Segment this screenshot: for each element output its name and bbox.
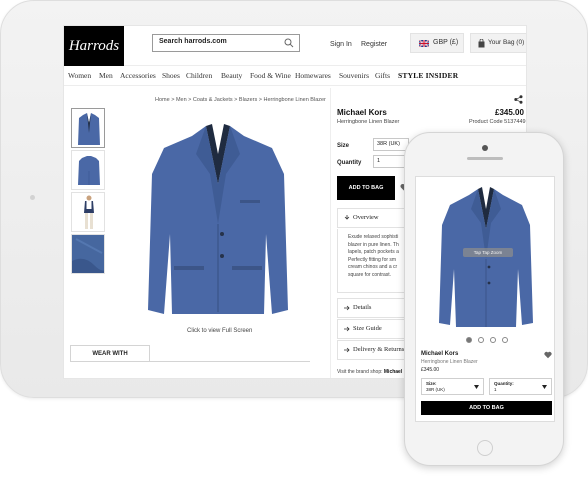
nav-item-style-insider[interactable]: STYLE INSIDER <box>398 71 458 80</box>
phone-camera <box>482 145 488 151</box>
mobile-size-label: Size: <box>426 381 437 386</box>
arrow-right-icon <box>344 347 350 353</box>
mobile-add-to-bag-button[interactable]: ADD TO BAG <box>421 401 552 415</box>
heart-icon[interactable] <box>544 351 552 359</box>
carousel-dot[interactable] <box>502 337 508 343</box>
wear-with-tab[interactable]: WEAR WITH <box>70 345 150 361</box>
shopping-bag-button[interactable]: Your Bag (0) <box>470 33 526 53</box>
mobile-size-value: 38R (UK) <box>426 387 445 392</box>
harrods-logo[interactable]: Harrods <box>64 26 124 66</box>
breadcrumb[interactable]: Home > Men > Coats & Jackets > Blazers >… <box>155 97 326 103</box>
mobile-quantity-value: 1 <box>494 387 497 392</box>
register-link[interactable]: Register <box>361 41 387 48</box>
product-price: £345.00 <box>495 108 524 117</box>
sign-in-link[interactable]: Sign In <box>330 41 352 48</box>
wear-with-divider <box>70 361 310 362</box>
phone-device: Tap Tap Zoom Michael Kors Herringbone Li… <box>404 132 564 466</box>
mobile-product-price: £345.00 <box>421 367 440 373</box>
size-label: Size <box>337 143 350 149</box>
accordion-details-label: Details <box>353 304 372 311</box>
uk-flag-icon <box>419 40 429 47</box>
blazer-back-thumbnail-image <box>78 156 100 185</box>
mobile-size-select[interactable]: Size: 38R (UK) <box>421 378 484 395</box>
mobile-quantity-select[interactable]: Quantity: 1 <box>489 378 552 395</box>
mobile-quantity-label: Quantity: <box>494 381 514 386</box>
caret-down-icon <box>474 385 479 389</box>
phone-screen: Tap Tap Zoom Michael Kors Herringbone Li… <box>415 176 555 422</box>
carousel-dot[interactable] <box>478 337 484 343</box>
caret-down-icon <box>542 385 547 389</box>
brand-shop-name[interactable]: Michael <box>384 369 402 375</box>
product-main-image[interactable] <box>144 114 292 314</box>
phone-speaker <box>467 157 503 160</box>
product-code: Product Code 5137449 <box>469 119 526 125</box>
accordion-size-guide-label: Size Guide <box>353 325 382 332</box>
arrow-right-icon <box>344 305 350 311</box>
brand-shop-link[interactable]: Visit the brand shop: Michael <box>337 369 402 375</box>
nav-item-souvenirs[interactable]: Souvenirs <box>339 71 369 80</box>
model-thumbnail-image <box>84 195 94 229</box>
fabric-thumbnail-image <box>72 235 104 273</box>
nav-item-beauty[interactable]: Beauty <box>221 71 242 80</box>
size-select[interactable]: 38R (UK) <box>373 138 409 151</box>
thumbnail-front[interactable] <box>71 108 105 148</box>
thumbnail-model[interactable] <box>71 192 105 232</box>
brand-shop-prefix: Visit the brand shop: <box>337 369 384 375</box>
search-input[interactable]: Search harrods.com <box>152 34 300 52</box>
share-icon[interactable] <box>514 95 523 104</box>
accordion-delivery-label: Delivery & Returns <box>353 346 405 353</box>
carousel-dot[interactable] <box>466 337 472 343</box>
blazer-thumbnail-image <box>78 113 100 145</box>
mobile-product-name: Herringbone Linen Blazer <box>421 359 478 365</box>
full-screen-link[interactable]: Click to view Full Screen <box>187 328 252 334</box>
nav-item-accessories[interactable]: Accessories <box>120 71 156 80</box>
currency-label: GBP (£) <box>433 39 459 46</box>
add-to-bag-button[interactable]: ADD TO BAG <box>337 176 395 200</box>
product-name: Herringbone Linen Blazer <box>337 119 400 125</box>
tablet-camera <box>30 195 35 200</box>
chevron-down-icon <box>344 215 350 220</box>
nav-item-men[interactable]: Men <box>99 71 113 80</box>
search-icon[interactable] <box>284 38 294 48</box>
search-placeholder: Search harrods.com <box>159 38 227 45</box>
quantity-label: Quantity <box>337 160 362 166</box>
carousel-dot[interactable] <box>490 337 496 343</box>
tap-zoom-overlay[interactable]: Tap Tap Zoom <box>463 248 513 257</box>
bag-label: Your Bag (0) <box>488 39 525 46</box>
nav-item-women[interactable]: Women <box>68 71 91 80</box>
nav-item-gifts[interactable]: Gifts <box>375 71 390 80</box>
mobile-product-brand[interactable]: Michael Kors <box>421 351 458 357</box>
arrow-right-icon <box>344 326 350 332</box>
nav-item-homewares[interactable]: Homewares <box>295 71 331 80</box>
accordion-overview-label: Overview <box>353 214 379 221</box>
nav-item-shoes[interactable]: Shoes <box>162 71 180 80</box>
nav-item-food-wine[interactable]: Food & Wine <box>250 71 291 80</box>
currency-selector[interactable]: GBP (£) <box>410 33 464 53</box>
site-header: Harrods Search harrods.com Sign In Regis… <box>64 26 526 66</box>
column-divider <box>330 88 331 378</box>
thumbnail-fabric[interactable] <box>71 234 105 274</box>
shopping-bag-icon <box>478 39 485 48</box>
category-nav: Women Men Accessories Shoes Children Bea… <box>64 66 526 86</box>
thumbnail-back[interactable] <box>71 150 105 190</box>
product-brand[interactable]: Michael Kors <box>337 108 387 117</box>
phone-home-button[interactable] <box>477 440 493 456</box>
nav-item-children[interactable]: Children <box>186 71 212 80</box>
